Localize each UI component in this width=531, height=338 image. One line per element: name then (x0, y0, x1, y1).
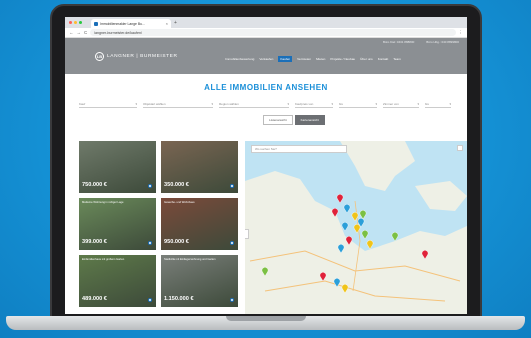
filter-bar: Kauf ▾ Objektart wählen ▾ Region wählen ▾ K… (65, 101, 467, 108)
nav-item-verkaufen[interactable]: Verkaufen (259, 57, 273, 62)
location-pin-icon (148, 241, 152, 245)
map-canvas (245, 141, 467, 314)
chevron-down-icon: ▾ (375, 102, 377, 106)
laptop-notch (226, 316, 306, 321)
location-pin-icon (148, 298, 152, 302)
filter-label: Kauf (79, 102, 86, 106)
close-tab-icon[interactable]: × (166, 21, 168, 26)
url-input[interactable]: langner-burmeister.de/kaufen/ (90, 29, 456, 36)
filter-label: Objektart wählen (143, 102, 166, 106)
logo-text: LANGNER | BURMEISTER (107, 54, 178, 59)
listing-price: 399.000 € (82, 239, 107, 245)
location-pin-icon (148, 184, 152, 188)
chevron-down-icon: ▾ (449, 102, 451, 106)
location-pin-icon (230, 184, 234, 188)
reload-icon[interactable]: C (84, 30, 87, 35)
chevron-down-icon: ▾ (417, 102, 419, 106)
chevron-down-icon: ▾ (331, 102, 333, 106)
listing-card[interactable]: 350.000 € (161, 141, 238, 193)
nav-item-mieten[interactable]: Mieten (316, 57, 325, 62)
site-logo[interactable]: LB LANGNER | BURMEISTER (95, 52, 178, 61)
nav-item-team[interactable]: Team (393, 57, 401, 62)
nav-item-kontakt[interactable]: Kontakt (378, 57, 389, 62)
map-marker-icon[interactable] (343, 204, 351, 214)
location-pin-icon (230, 241, 234, 245)
main-nav: Immobilienbewertung Verkaufen Kaufen Ver… (225, 56, 401, 62)
filter-rooms-to[interactable]: bis ▾ (425, 101, 451, 108)
map-marker-icon[interactable] (336, 194, 344, 204)
map-view-button[interactable]: Kartenansicht (294, 115, 325, 125)
listing-title: Einfamilienhaus mit großem Garten (82, 258, 125, 261)
filter-label: bis (425, 102, 429, 106)
listing-card[interactable]: Moderne Wohnung in ruhiger Lage 399.000 … (79, 198, 156, 250)
map-search-input[interactable]: Wo suchen Sie? (251, 145, 347, 153)
location-pin-icon (230, 298, 234, 302)
browser-menu-icon[interactable]: ⋮ (459, 30, 464, 36)
map-marker-icon[interactable] (361, 230, 369, 240)
chevron-down-icon: ▾ (211, 102, 213, 106)
new-tab-button[interactable]: + (174, 19, 177, 28)
back-icon[interactable]: ← (69, 30, 74, 35)
listing-card[interactable]: 750.000 € (79, 141, 156, 193)
filter-rooms-from[interactable]: Zimmer von ▾ (383, 101, 419, 108)
map-panel-toggle[interactable] (245, 229, 249, 239)
view-toggle: Listenansicht Kartenansicht (121, 115, 467, 125)
list-view-button[interactable]: Listenansicht (263, 115, 293, 125)
listing-card[interactable]: Stadtvilla mit Einliegerwohnung und Gart… (161, 255, 238, 307)
minimize-window-button[interactable] (74, 21, 77, 24)
contact-hamburg[interactable]: Büro Hbg.: 040 8899800 (426, 40, 459, 44)
listing-price: 489.000 € (82, 296, 107, 302)
listing-price: 1.150.000 € (164, 296, 194, 302)
property-map[interactable]: Wo suchen Sie? (245, 141, 467, 314)
listing-price: 750.000 € (82, 182, 107, 188)
nav-item-bewertung[interactable]: Immobilienbewertung (225, 57, 254, 62)
site-header: Büro Kiel: 0431 888800 Büro Hbg.: 040 88… (65, 38, 467, 74)
page-title: ALLE IMMOBILIEN ANSEHEN (204, 83, 328, 92)
nav-item-ueber-uns[interactable]: Über uns (360, 57, 373, 62)
filter-label: Kaufpreis von (295, 102, 314, 106)
listing-title: Stadtvilla mit Einliegerwohnung und Gart… (164, 258, 216, 261)
contact-line: Büro Kiel: 0431 888800 Büro Hbg.: 040 88… (383, 40, 459, 44)
listing-card[interactable]: Einfamilienhaus mit großem Garten 489.00… (79, 255, 156, 307)
filter-kauf[interactable]: Kauf ▾ (79, 101, 137, 108)
chevron-down-icon: ▾ (135, 102, 137, 106)
filter-price-from[interactable]: Kaufpreis von ▾ (295, 101, 333, 108)
map-marker-icon[interactable] (341, 222, 349, 232)
map-marker-icon[interactable] (359, 210, 367, 220)
forward-icon[interactable]: → (77, 30, 82, 35)
favicon-icon (94, 21, 98, 26)
fullscreen-icon[interactable] (457, 145, 463, 151)
contact-kiel[interactable]: Büro Kiel: 0431 888800 (383, 40, 414, 44)
nav-item-projekte[interactable]: Projekte / Neubau (330, 57, 355, 62)
filter-label: Region wählen (219, 102, 239, 106)
laptop-lid: Immobilienmakler Lange Bu... × + ← → C l… (50, 4, 482, 320)
address-bar-row: ← → C langner-burmeister.de/kaufen/ ⋮ (65, 28, 467, 38)
filter-label: bis (339, 102, 343, 106)
listing-price: 350.000 € (164, 182, 189, 188)
listing-grid: 750.000 € 350.000 € Moderne Wohnung in r… (79, 141, 241, 307)
logo-mark-icon: LB (95, 52, 104, 61)
browser-tab[interactable]: Immobilienmakler Lange Bu... × (91, 19, 171, 28)
chevron-down-icon: ▾ (287, 102, 289, 106)
window-controls (69, 21, 82, 24)
listing-card[interactable]: Gewerbe- und Wohnhaus 950.000 € (161, 198, 238, 250)
filter-price-to[interactable]: bis ▾ (339, 101, 377, 108)
listing-title: Moderne Wohnung in ruhiger Lage (82, 201, 124, 204)
filter-objektart[interactable]: Objektart wählen ▾ (143, 101, 213, 108)
tab-strip: Immobilienmakler Lange Bu... × + (65, 17, 467, 28)
maximize-window-button[interactable] (79, 21, 82, 24)
tab-title: Immobilienmakler Lange Bu... (100, 21, 145, 26)
filter-label: Zimmer von (383, 102, 399, 106)
map-marker-icon[interactable] (391, 232, 399, 242)
listing-price: 950.000 € (164, 239, 189, 245)
results-area: 750.000 € 350.000 € Moderne Wohnung in r… (79, 141, 467, 314)
nav-item-kaufen[interactable]: Kaufen (278, 56, 293, 62)
listing-title: Gewerbe- und Wohnhaus (164, 201, 195, 204)
map-marker-icon[interactable] (366, 240, 374, 250)
filter-region[interactable]: Region wählen ▾ (219, 101, 289, 108)
close-window-button[interactable] (69, 21, 72, 24)
browser-window: Immobilienmakler Lange Bu... × + ← → C l… (65, 17, 467, 314)
nav-item-vermieten[interactable]: Vermieten (297, 57, 311, 62)
